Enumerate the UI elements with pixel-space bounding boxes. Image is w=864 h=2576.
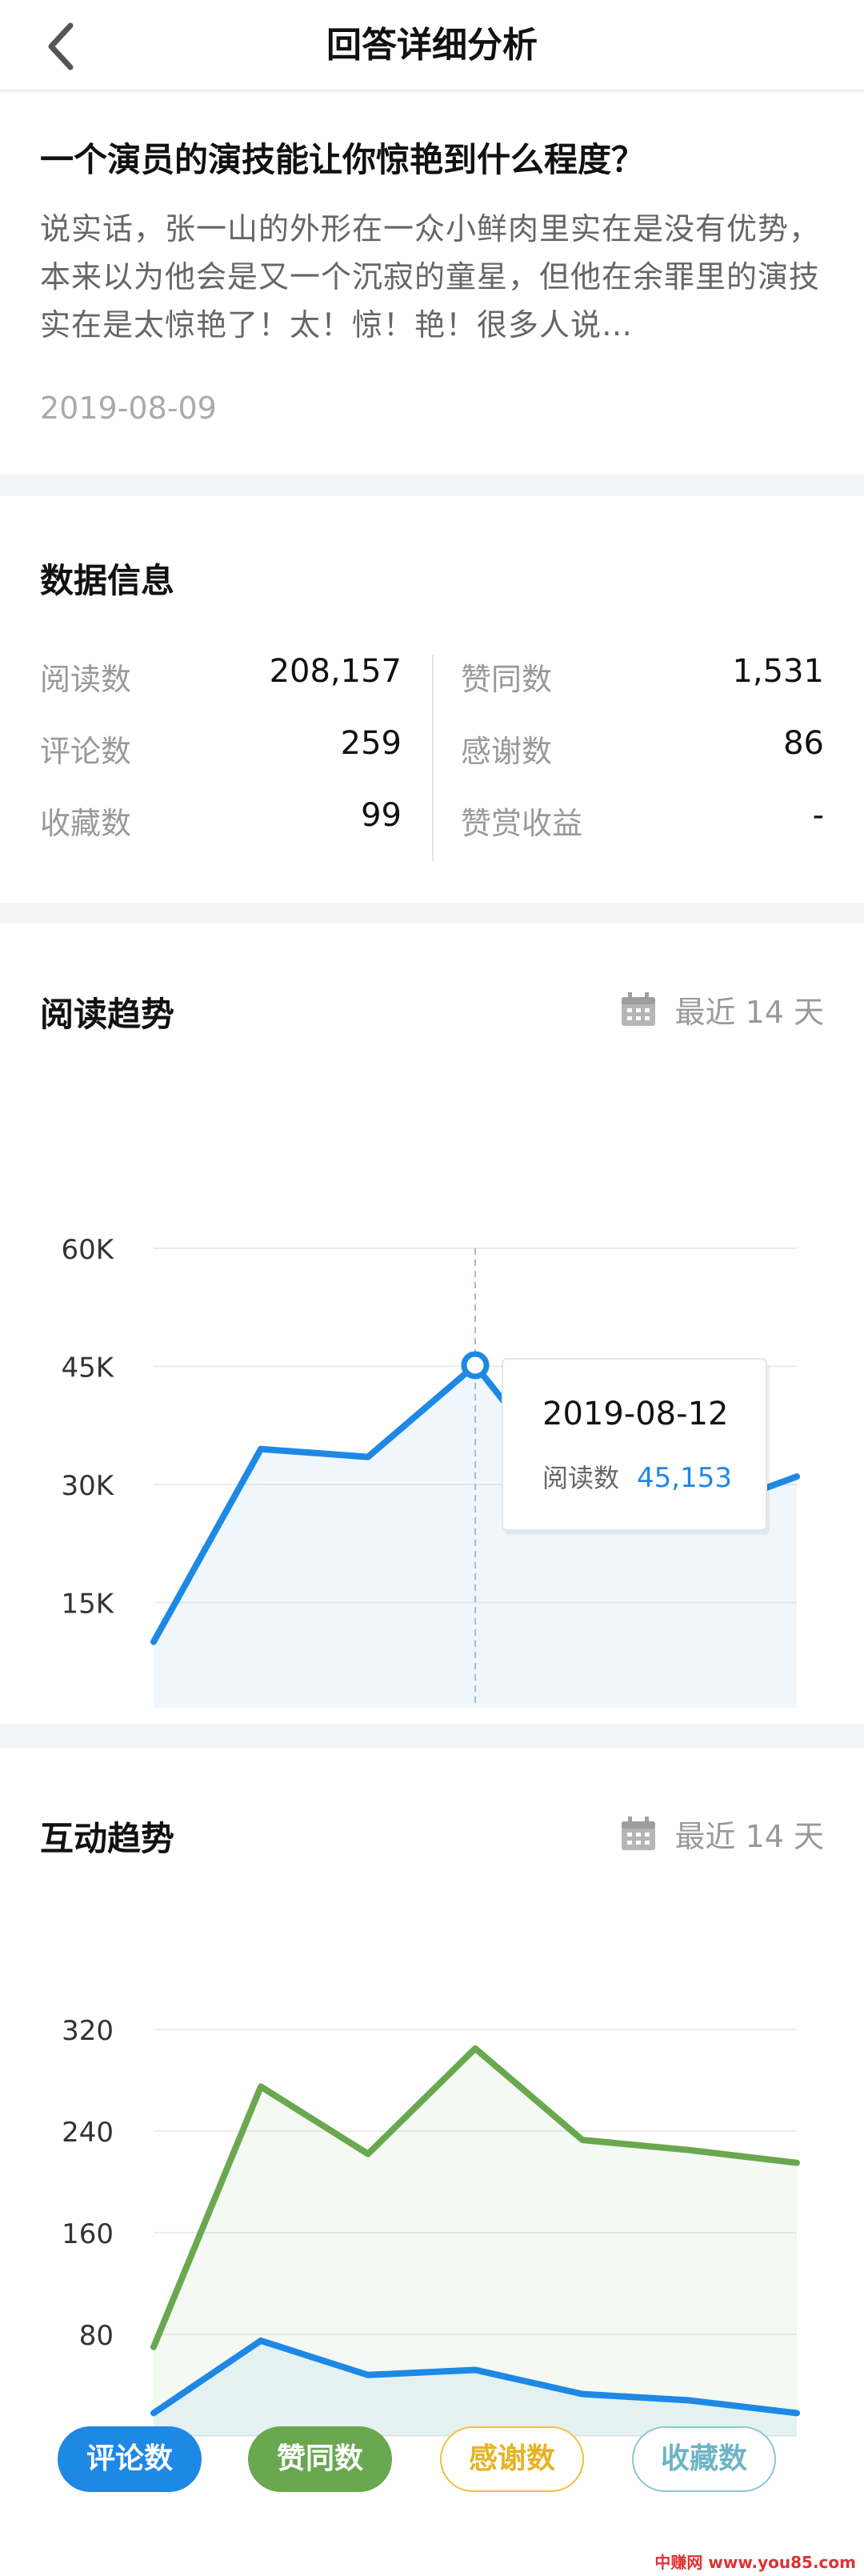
- answer-excerpt: 说实话，张一山的外形在一众小鲜肉里实在是没有优势，本来以为他会是又一个沉寂的童星…: [40, 211, 821, 343]
- watermark: 中赚网 www.you85.com: [654, 2553, 856, 2572]
- legend-thanks-button[interactable]: 感谢数: [440, 2426, 584, 2492]
- chevron-left-icon: [48, 22, 74, 70]
- y-tick-label: 240: [62, 2117, 114, 2149]
- stat-value-rewards: -: [812, 797, 824, 834]
- y-tick-label: 320: [62, 2015, 114, 2047]
- stat-label-rewards: 赞赏收益: [461, 806, 583, 841]
- read-trend-card: 阅读趋势 最近 14 天 015K30K45K60K2019-08-102019…: [0, 923, 864, 1724]
- stat-value-reads: 208,157: [269, 653, 402, 690]
- interaction-range-selector[interactable]: 最近 14 天: [620, 1812, 824, 1856]
- stat-value-likes: 1,531: [732, 653, 824, 690]
- y-tick-label: 15K: [61, 1588, 114, 1621]
- interaction-trend-chart[interactable]: 0801602403202019-08-102019-08-15: [0, 1884, 864, 2460]
- interaction-trend-card: 互动趋势 最近 14 天 0801602403202019-08-102019-…: [0, 1748, 864, 2576]
- y-tick-label: 0: [96, 1706, 114, 1708]
- read-trend-title: 阅读趋势: [40, 995, 175, 1034]
- y-tick-label: 60K: [61, 1234, 114, 1266]
- top-bar: 回答详细分析: [0, 0, 864, 91]
- data-info-card: 数据信息 阅读数 208,157 赞同数 1,531 评论数 259 感谢数 8…: [0, 496, 864, 903]
- data-point-marker: [461, 1351, 490, 1380]
- stat-value-favorites: 99: [361, 797, 402, 834]
- stat-label-likes: 赞同数: [461, 662, 553, 697]
- stat-label-comments: 评论数: [40, 734, 132, 769]
- legend-favorites-button[interactable]: 收藏数: [632, 2426, 776, 2492]
- read-range-label: 最近 14 天: [674, 995, 824, 1030]
- y-tick-label: 80: [79, 2320, 114, 2352]
- back-button[interactable]: [32, 14, 96, 78]
- tooltip-label: 阅读数: [542, 1463, 619, 1493]
- question-card[interactable]: 一个演员的演技能让你惊艳到什么程度？ 说实话，张一山的外形在一众小鲜肉里实在是没…: [0, 93, 864, 474]
- legend-comments-button[interactable]: 评论数: [58, 2426, 202, 2492]
- stat-value-thanks: 86: [783, 725, 824, 762]
- stat-value-comments: 259: [340, 725, 402, 762]
- read-range-selector[interactable]: 最近 14 天: [620, 988, 824, 1032]
- stat-label-favorites: 收藏数: [40, 806, 132, 841]
- answer-date: 2019-08-09: [40, 391, 217, 426]
- y-tick-label: 45K: [61, 1352, 114, 1384]
- y-tick-label: 160: [62, 2218, 114, 2250]
- read-trend-chart[interactable]: 015K30K45K60K2019-08-102019-08-152019-08…: [0, 1068, 864, 1708]
- stat-divider: [432, 655, 434, 861]
- stat-label-reads: 阅读数: [40, 662, 132, 697]
- interaction-trend-title: 互动趋势: [40, 1819, 175, 1858]
- calendar-icon: [622, 992, 656, 1026]
- data-info-title: 数据信息: [40, 561, 175, 600]
- question-title[interactable]: 一个演员的演技能让你惊艳到什么程度？: [40, 133, 645, 182]
- tooltip-value: 45,153: [637, 1462, 732, 1494]
- tooltip-box: [502, 1357, 767, 1531]
- calendar-icon: [622, 1816, 656, 1850]
- interaction-range-label: 最近 14 天: [674, 1819, 824, 1854]
- page-title: 回答详细分析: [326, 25, 538, 66]
- stat-label-thanks: 感谢数: [461, 734, 553, 769]
- tooltip-date: 2019-08-12: [542, 1396, 728, 1432]
- y-tick-label: 30K: [61, 1470, 114, 1502]
- legend-likes-button[interactable]: 赞同数: [248, 2426, 392, 2492]
